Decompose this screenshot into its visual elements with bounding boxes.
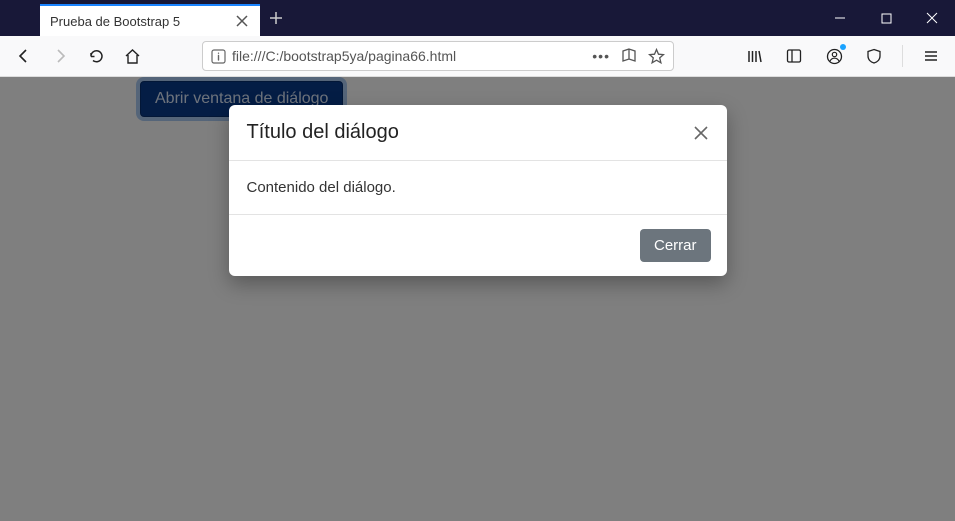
browser-tab[interactable]: Prueba de Bootstrap 5 [40, 4, 260, 36]
minimize-button[interactable] [817, 0, 863, 36]
tab-strip: Prueba de Bootstrap 5 [0, 0, 292, 36]
close-window-button[interactable] [909, 0, 955, 36]
new-tab-button[interactable] [260, 2, 292, 34]
back-button[interactable] [8, 40, 40, 72]
toolbar-right [738, 40, 947, 72]
bookmark-star-icon[interactable] [648, 48, 665, 65]
maximize-button[interactable] [863, 0, 909, 36]
library-icon[interactable] [738, 40, 770, 72]
url-bar[interactable]: file:///C:/bootstrap5ya/pagina66.html ••… [202, 41, 674, 71]
sidebar-icon[interactable] [778, 40, 810, 72]
account-icon[interactable] [818, 40, 850, 72]
modal-body: Contenido del diálogo. [229, 161, 727, 215]
toolbar-separator [902, 45, 903, 67]
modal-title: Título del diálogo [247, 121, 399, 144]
url-text: file:///C:/bootstrap5ya/pagina66.html [232, 48, 592, 64]
reload-button[interactable] [80, 40, 112, 72]
shield-icon[interactable] [858, 40, 890, 72]
menu-icon[interactable] [915, 40, 947, 72]
page-actions-icon[interactable]: ••• [592, 48, 610, 64]
modal-dialog: Título del diálogo Contenido del diálogo… [229, 105, 727, 276]
site-info-icon[interactable] [211, 49, 226, 64]
modal-header: Título del diálogo [229, 105, 727, 161]
page-content: Abrir ventana de diálogo Título del diál… [0, 77, 955, 521]
tab-title: Prueba de Bootstrap 5 [50, 14, 180, 29]
window-controls [817, 0, 955, 36]
browser-toolbar: file:///C:/bootstrap5ya/pagina66.html ••… [0, 36, 955, 77]
reader-mode-icon[interactable] [620, 47, 638, 65]
home-button[interactable] [116, 40, 148, 72]
close-tab-icon[interactable] [234, 13, 250, 29]
notification-dot-icon [840, 44, 846, 50]
window-titlebar: Prueba de Bootstrap 5 [0, 0, 955, 36]
modal-footer: Cerrar [229, 215, 727, 276]
modal-close-icon[interactable] [693, 125, 709, 141]
forward-button[interactable] [44, 40, 76, 72]
close-button[interactable]: Cerrar [640, 229, 711, 262]
